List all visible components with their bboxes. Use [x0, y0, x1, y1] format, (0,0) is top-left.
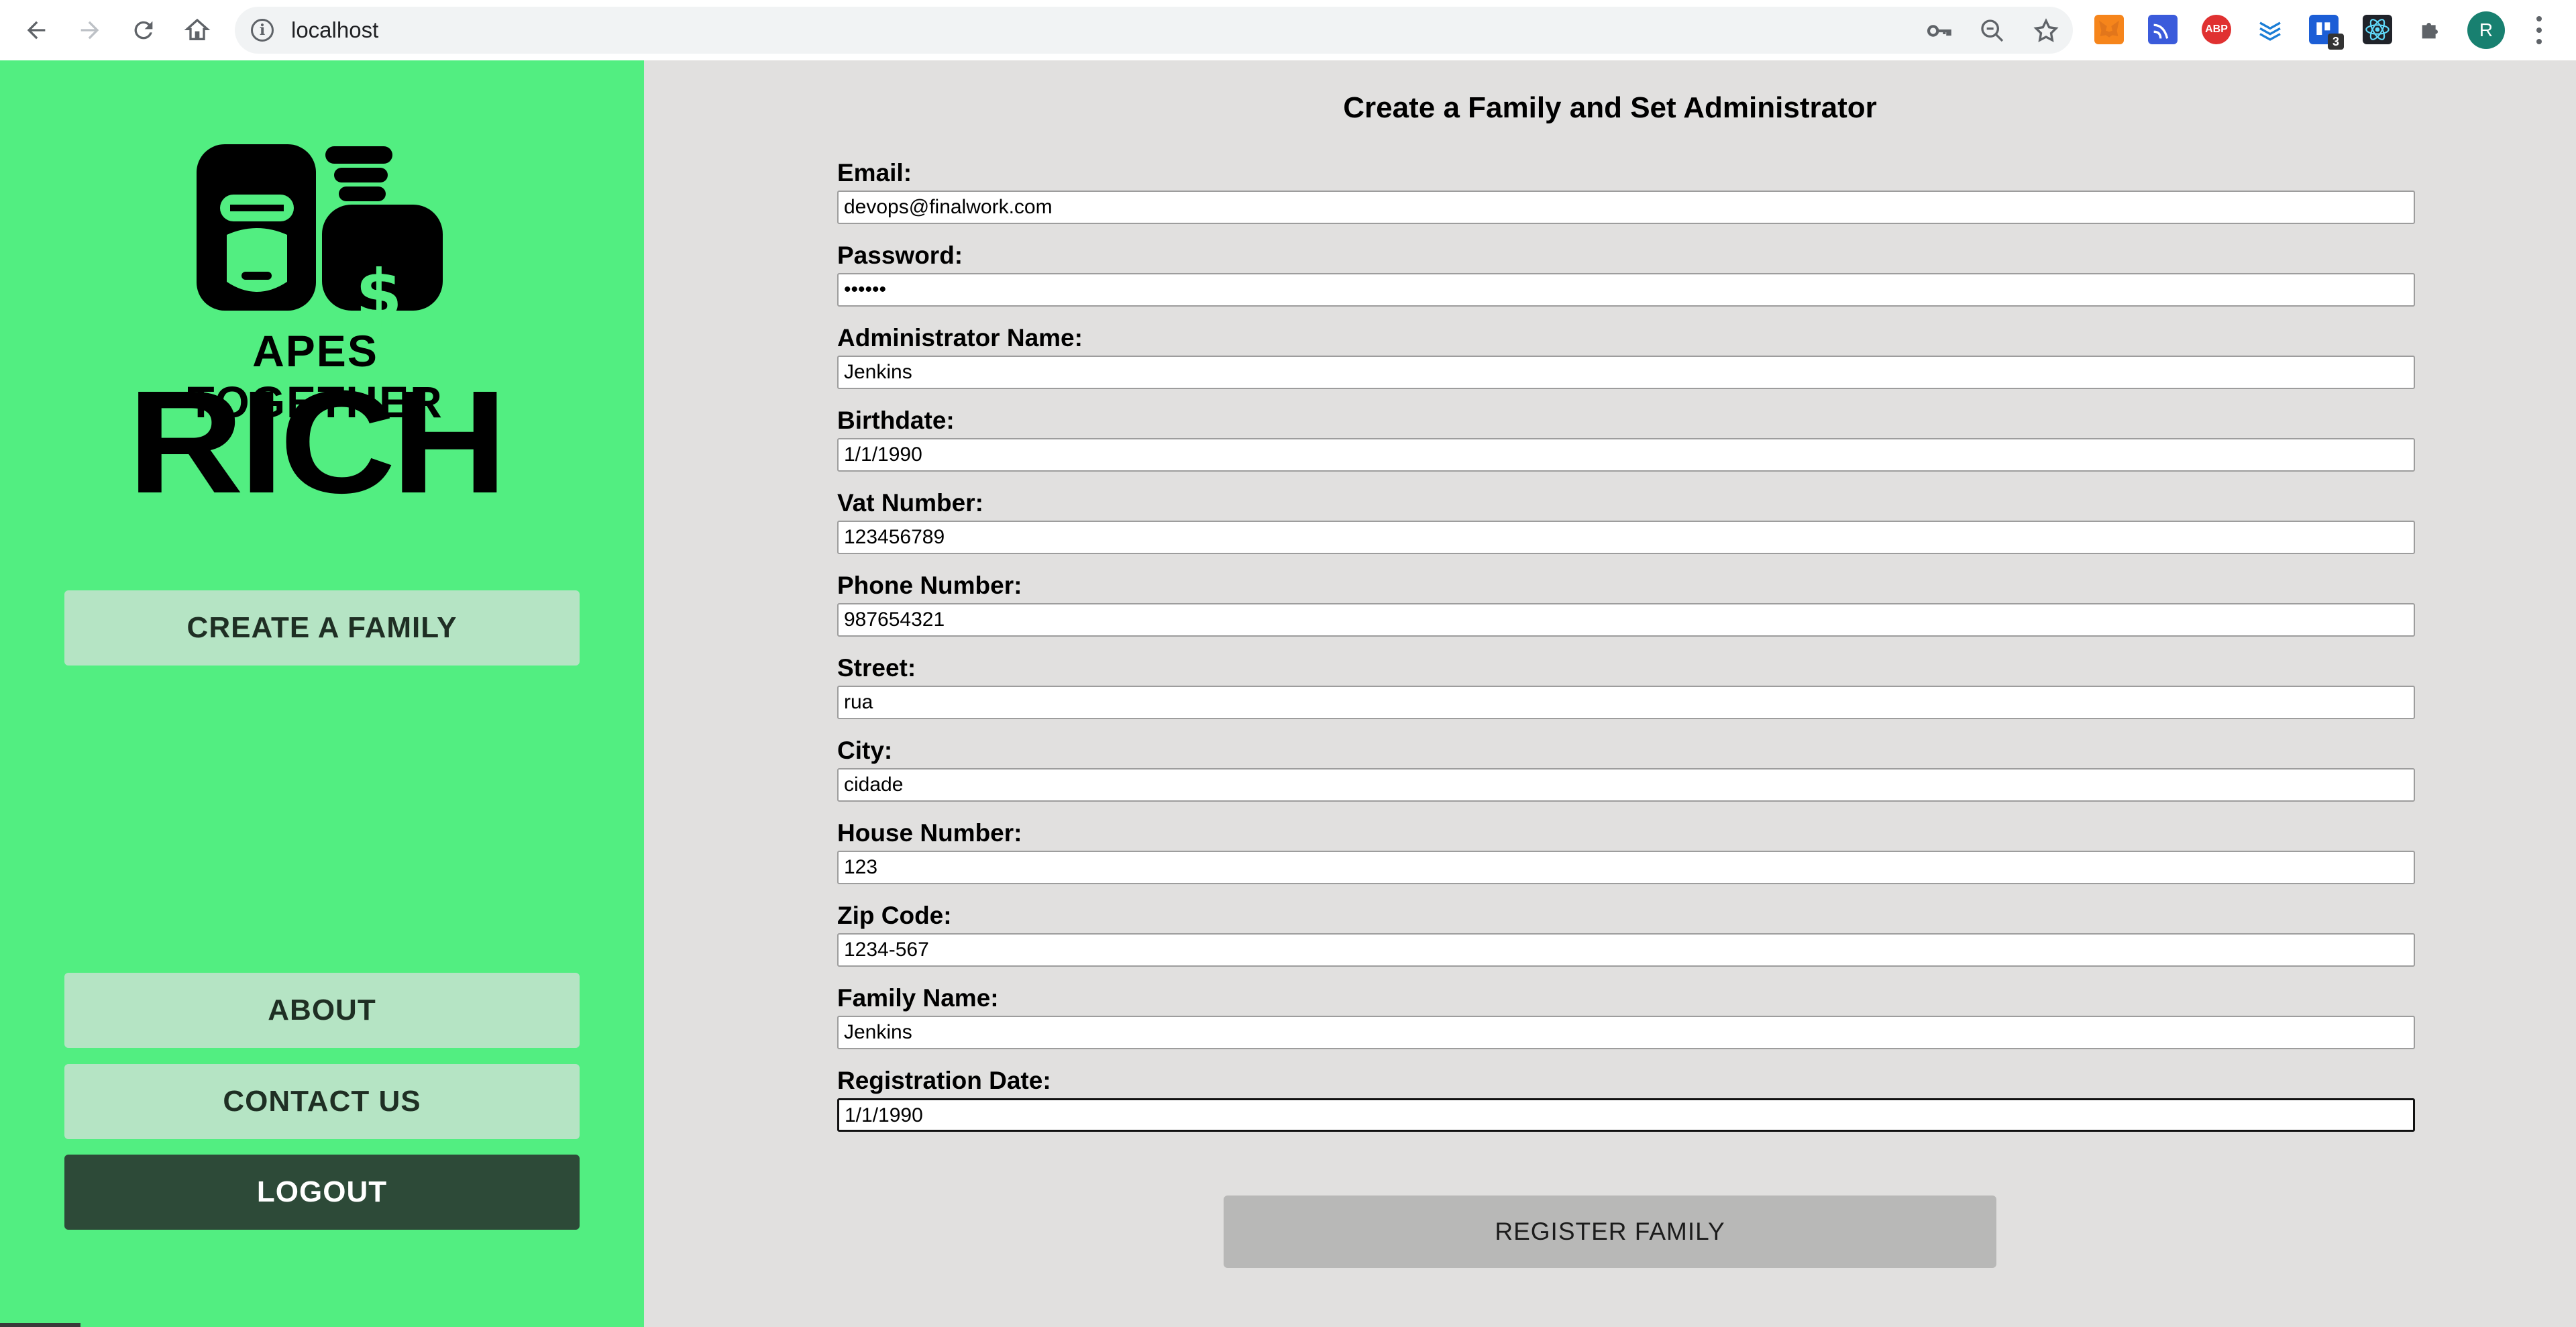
city-input[interactable]: cidade: [837, 768, 2415, 802]
email-input[interactable]: devops@finalwork.com: [837, 191, 2415, 224]
browser-menu-icon[interactable]: [2529, 13, 2549, 47]
key-icon[interactable]: [1925, 17, 1952, 44]
family-name-label: Family Name:: [837, 984, 999, 1012]
layers-extension-icon[interactable]: [2255, 15, 2285, 44]
react-devtools-icon[interactable]: [2363, 15, 2392, 44]
reload-icon: [134, 21, 153, 40]
birthdate-field-group: Birthdate: 1/1/1990: [837, 407, 2415, 472]
contact-us-button[interactable]: CONTACT US: [64, 1064, 580, 1139]
puzzle-icon[interactable]: [2416, 15, 2446, 44]
street-input[interactable]: rua: [837, 686, 2415, 719]
house-number-label: House Number:: [837, 819, 1022, 847]
vat-number-field-group: Vat Number: 123456789: [837, 490, 2415, 554]
city-field-group: City: cidade: [837, 737, 2415, 802]
profile-avatar[interactable]: R: [2467, 11, 2505, 49]
info-icon[interactable]: i: [251, 19, 274, 42]
sidebar: $ APES TOGETHER RICH CREATE A FAMILY ABO…: [0, 60, 644, 1327]
street-label: Street:: [837, 654, 916, 682]
vat-number-label: Vat Number:: [837, 489, 983, 517]
admin-name-field-group: Administrator Name: Jenkins: [837, 325, 2415, 389]
phone-number-label: Phone Number:: [837, 572, 1022, 599]
browser-toolbar: i localhost ABP 3 R: [0, 0, 2576, 60]
family-name-field-group: Family Name: Jenkins: [837, 985, 2415, 1049]
form-title: Create a Family and Set Administrator: [1343, 91, 1877, 124]
zip-code-field-group: Zip Code: 1234-567: [837, 902, 2415, 967]
house-number-field-group: House Number: 123: [837, 820, 2415, 884]
extension-icon[interactable]: [2148, 15, 2178, 44]
registration-date-label: Registration Date:: [837, 1067, 1051, 1094]
phone-number-input[interactable]: 987654321: [837, 603, 2415, 637]
arrow-left-icon: [27, 21, 46, 40]
phone-number-field-group: Phone Number: 987654321: [837, 572, 2415, 637]
star-icon[interactable]: [2033, 17, 2059, 44]
vat-number-input[interactable]: 123456789: [837, 521, 2415, 554]
zip-code-input[interactable]: 1234-567: [837, 933, 2415, 967]
birthdate-input[interactable]: 1/1/1990: [837, 438, 2415, 472]
create-family-button[interactable]: CREATE A FAMILY: [64, 590, 580, 666]
home-button[interactable]: [178, 11, 216, 49]
house-number-input[interactable]: 123: [837, 851, 2415, 884]
password-field-group: Password: ••••••: [837, 242, 2415, 307]
address-bar[interactable]: i localhost: [235, 7, 2073, 54]
family-name-input[interactable]: Jenkins: [837, 1016, 2415, 1049]
metamask-extension-icon[interactable]: [2094, 15, 2124, 44]
password-label: Password:: [837, 242, 963, 269]
adblock-icon[interactable]: ABP: [2202, 15, 2231, 44]
main-content: Create a Family and Set Administrator Em…: [644, 60, 2576, 1327]
email-label: Email:: [837, 159, 912, 187]
back-button[interactable]: [17, 11, 55, 49]
zoom-out-icon[interactable]: [1979, 17, 2006, 44]
extension-badge: 3: [2328, 34, 2344, 50]
street-field-group: Street: rua: [837, 655, 2415, 719]
reload-button[interactable]: [125, 11, 162, 49]
registration-date-field-group: Registration Date: 1/1/1990: [837, 1067, 2415, 1132]
trello-extension-icon[interactable]: 3: [2309, 15, 2344, 50]
city-label: City:: [837, 737, 893, 764]
email-field-group: Email: devops@finalwork.com: [837, 160, 2415, 224]
register-family-button[interactable]: REGISTER FAMILY: [1224, 1196, 1996, 1268]
zip-code-label: Zip Code:: [837, 902, 952, 929]
password-input[interactable]: ••••••: [837, 273, 2415, 307]
dollar-sign: $: [356, 255, 402, 333]
birthdate-label: Birthdate:: [837, 407, 955, 434]
forward-button[interactable]: [71, 11, 109, 49]
logo-title-line2: RICH: [127, 361, 507, 524]
home-icon: [184, 18, 211, 40]
admin-name-label: Administrator Name:: [837, 324, 1083, 352]
logout-button[interactable]: LOGOUT: [64, 1155, 580, 1230]
arrow-right-icon: [80, 21, 99, 40]
admin-name-input[interactable]: Jenkins: [837, 356, 2415, 389]
about-button[interactable]: ABOUT: [64, 973, 580, 1048]
url-text: localhost: [291, 17, 379, 42]
horizontal-scrollbar[interactable]: [0, 1323, 80, 1327]
registration-date-input[interactable]: 1/1/1990: [837, 1098, 2415, 1132]
